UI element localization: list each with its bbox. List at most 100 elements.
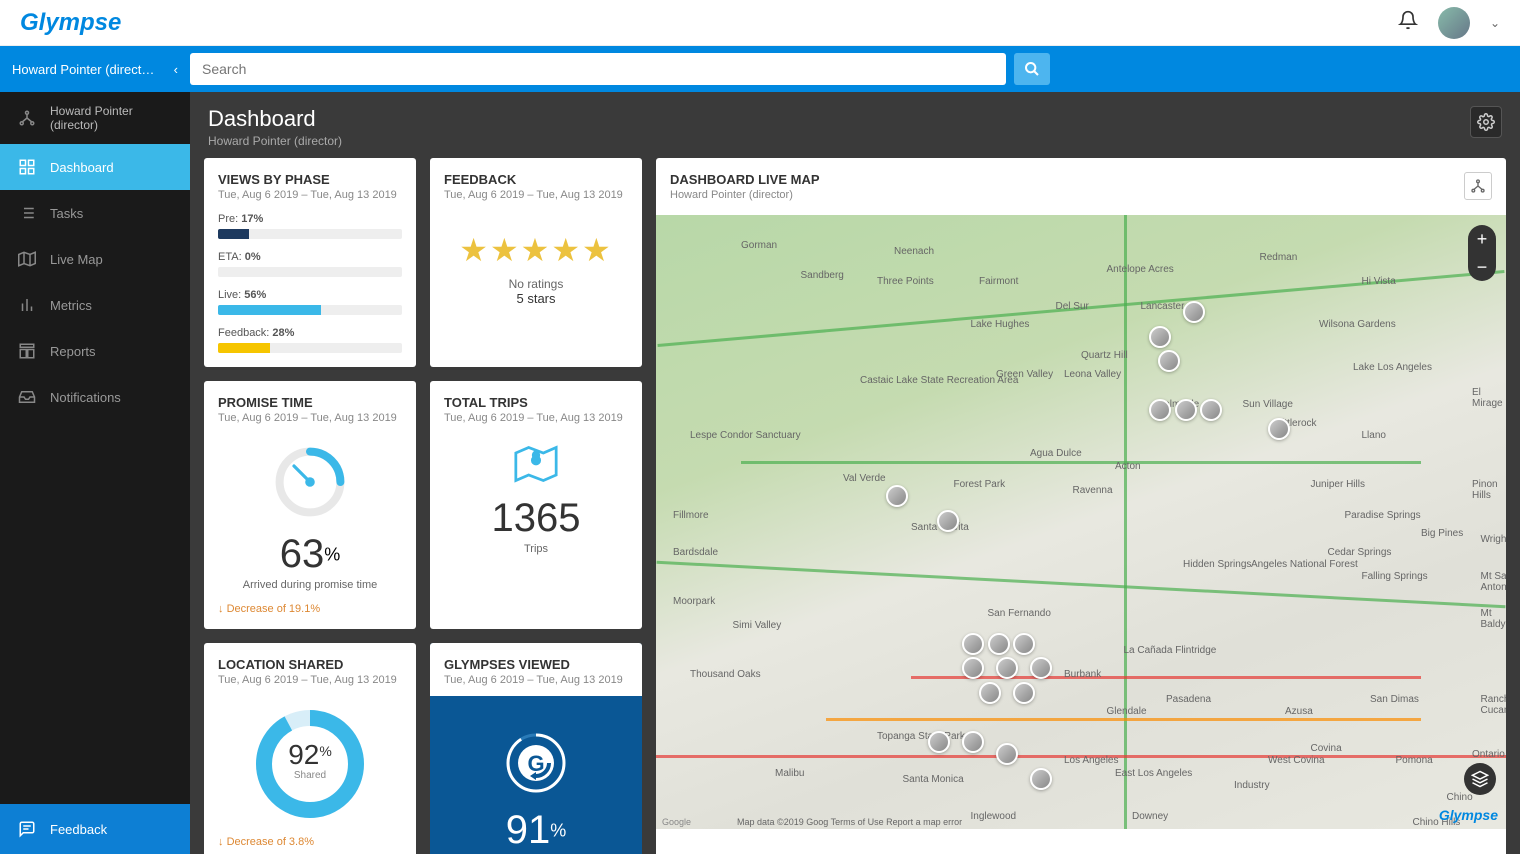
map-place-label: Covina [1311, 743, 1342, 754]
inbox-icon [18, 388, 36, 406]
feedback-card[interactable]: FEEDBACK Tue, Aug 6 2019 – Tue, Aug 13 2… [430, 158, 642, 367]
search-bar: Howard Pointer (direct… ‹ [0, 46, 1520, 92]
card-title: TOTAL TRIPS [444, 395, 628, 410]
live-map-card: DASHBOARD LIVE MAP Howard Pointer (direc… [656, 158, 1506, 854]
map-place-label: Fillmore [673, 510, 709, 521]
user-collapse-toggle[interactable]: Howard Pointer (direct… ‹ [12, 62, 190, 77]
zoom-in-button[interactable]: + [1468, 225, 1496, 253]
settings-button[interactable] [1470, 106, 1502, 138]
star-icon: ★ [582, 232, 613, 268]
star-icon: ★ [551, 232, 582, 268]
sidebar-item-notifications[interactable]: Notifications [0, 374, 190, 420]
glympses-viewed-card[interactable]: GLYMPSES VIEWEDTue, Aug 6 2019 – Tue, Au… [430, 643, 642, 854]
map-place-label: Thousand Oaks [690, 669, 761, 680]
search-icon [1024, 61, 1040, 77]
map-place-label: Falling Springs [1362, 571, 1428, 582]
map-place-label: Los Angeles [1064, 755, 1119, 766]
map-place-label: Ravenna [1073, 485, 1113, 496]
map-place-label: Downey [1132, 811, 1168, 822]
map-place-label: Fairmont [979, 276, 1018, 287]
map-attribution: Google Map data ©2019 Goog Terms of Use … [662, 817, 962, 827]
reports-icon [18, 342, 36, 360]
dashboard-icon [18, 158, 36, 176]
metrics-icon [18, 296, 36, 314]
sidebar-item-dashboard[interactable]: Dashboard [0, 144, 190, 190]
bell-icon[interactable] [1398, 10, 1418, 36]
star-icon: ★ [521, 232, 552, 268]
hierarchy-icon [1470, 178, 1486, 194]
zoom-out-button[interactable]: − [1468, 253, 1496, 281]
map-place-label: Quartz Hill [1081, 350, 1128, 361]
sidebar-user-label: Howard Pointer (director) [50, 104, 172, 132]
map-place-label: Simi Valley [733, 620, 782, 631]
map-place-label: Mt San Antonio [1481, 571, 1507, 593]
map-place-label: Antelope Acres [1107, 264, 1174, 275]
map-place-label: Val Verde [843, 473, 886, 484]
map-place-label: El Mirage [1472, 387, 1506, 409]
map-place-label: Agua Dulce [1030, 448, 1082, 459]
card-daterange: Tue, Aug 6 2019 – Tue, Aug 13 2019 [218, 412, 402, 424]
sidebar-item-label: Reports [50, 344, 96, 359]
layers-icon [1471, 770, 1489, 788]
map-place-label: Rancho Cucamong [1481, 694, 1507, 716]
sidebar-item-tasks[interactable]: Tasks [0, 190, 190, 236]
map-place-label: San Dimas [1370, 694, 1419, 705]
chat-icon [18, 820, 36, 838]
brand-logo[interactable]: Glympse [20, 9, 121, 37]
search-button[interactable] [1014, 53, 1050, 85]
search-wrapper [190, 53, 1050, 85]
map-place-label: Burbank [1064, 669, 1101, 680]
map[interactable]: GormanNeenachAntelope AcresRedmanSandber… [656, 215, 1506, 829]
total-trips-card[interactable]: TOTAL TRIPS Tue, Aug 6 2019 – Tue, Aug 1… [430, 381, 642, 629]
hierarchy-button[interactable] [1464, 172, 1492, 200]
card-title: LOCATION SHARED [218, 657, 402, 672]
search-input[interactable] [190, 53, 1006, 85]
map-place-label: Topanga State Park [877, 731, 965, 742]
card-daterange: Tue, Aug 6 2019 – Tue, Aug 13 2019 [218, 189, 402, 201]
phase-label: ETA: 0% [218, 251, 402, 263]
sidebar-item-metrics[interactable]: Metrics [0, 282, 190, 328]
card-daterange: Tue, Aug 6 2019 – Tue, Aug 13 2019 [444, 189, 628, 201]
map-place-label: Industry [1234, 780, 1270, 791]
total-trips-value: 1365 [444, 496, 628, 541]
map-place-label: Lake Los Angeles [1353, 362, 1432, 373]
hierarchy-icon [18, 109, 36, 127]
promise-time-caption: Arrived during promise time [218, 579, 402, 591]
map-layers-button[interactable] [1464, 763, 1496, 795]
map-place-label: Azusa [1285, 706, 1313, 717]
avatar[interactable] [1438, 7, 1470, 39]
map-place-label: Inglewood [971, 811, 1017, 822]
map-place-label: Cedar Springs [1328, 547, 1392, 558]
map-zoom-controls: + − [1468, 225, 1496, 281]
top-right-controls: ⌄ [1398, 7, 1500, 39]
feedback-label: Feedback [50, 822, 107, 837]
phase-bar [218, 343, 402, 353]
map-place-label: Lancaster [1141, 301, 1185, 312]
phase-bar [218, 305, 402, 315]
star-rating: ★★★★★ [444, 231, 628, 269]
promise-time-card[interactable]: PROMISE TIME Tue, Aug 6 2019 – Tue, Aug … [204, 381, 416, 629]
page-header: Dashboard Howard Pointer (director) [190, 92, 1520, 158]
donut-chart: 92% Shared [218, 704, 402, 824]
views-by-phase-card[interactable]: VIEWS BY PHASE Tue, Aug 6 2019 – Tue, Au… [204, 158, 416, 367]
phase-row: ETA: 0% [218, 251, 402, 277]
sidebar-item-reports[interactable]: Reports [0, 328, 190, 374]
map-place-label: Mt Baldy [1481, 608, 1507, 630]
map-place-label: Wrightwood [1481, 534, 1507, 545]
card-daterange: Tue, Aug 6 2019 – Tue, Aug 13 2019 [218, 674, 402, 686]
location-shared-card[interactable]: LOCATION SHARED Tue, Aug 6 2019 – Tue, A… [204, 643, 416, 854]
phase-label: Pre: 17% [218, 213, 402, 225]
sidebar-item-live-map[interactable]: Live Map [0, 236, 190, 282]
map-place-label: Leona Valley [1064, 369, 1121, 380]
map-place-label: Del Sur [1056, 301, 1089, 312]
chevron-down-icon[interactable]: ⌄ [1490, 16, 1500, 30]
map-place-label: Chino [1447, 792, 1473, 803]
progress-ring: G [444, 728, 628, 798]
svg-text:Shared: Shared [294, 770, 326, 781]
page-subtitle: Howard Pointer (director) [208, 134, 342, 148]
sidebar-user-row[interactable]: Howard Pointer (director) [0, 92, 190, 144]
map-place-label: Gorman [741, 240, 777, 251]
map-place-label: Glendale [1107, 706, 1147, 717]
feedback-line1: No ratings [444, 277, 628, 291]
feedback-button[interactable]: Feedback [0, 804, 190, 854]
